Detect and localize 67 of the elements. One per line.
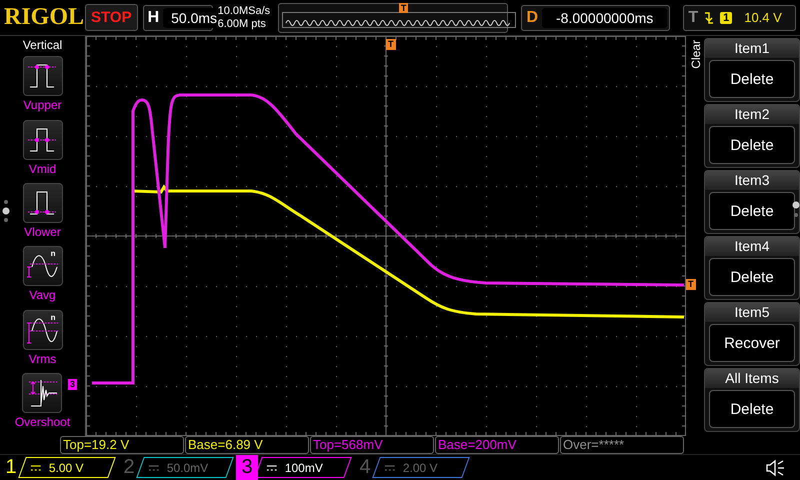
channel-number: 1 <box>4 455 18 480</box>
channel-scale-value: 2.00 V <box>403 460 438 474</box>
page-indicator-icon <box>2 199 10 224</box>
channel-number: 3 <box>236 455 258 480</box>
measurement-label: Vupper <box>23 98 62 112</box>
measurement-label: Vlower <box>24 224 61 239</box>
menu-title: Clear <box>689 40 703 70</box>
measurement-label: Vrms <box>28 352 56 366</box>
channel-tab[interactable]: 2 50.0mV <box>118 455 230 480</box>
menu-action-button[interactable]: Delete <box>709 60 795 98</box>
dc-coupling-icon <box>267 464 277 472</box>
measurement-readout: Base=6.89 V <box>185 436 309 454</box>
measurement-button[interactable] <box>22 56 62 96</box>
channel-scale-value: 100mV <box>285 460 324 474</box>
measurement-label: Overshoot <box>14 414 70 429</box>
channel-number: 2 <box>122 455 136 480</box>
menu-item-label: Item3 <box>705 171 799 190</box>
menu-item-label: All Items <box>705 369 799 388</box>
delay-value: -8.00000000ms <box>542 8 668 28</box>
falling-edge-icon <box>704 10 714 25</box>
icon-letter: n <box>50 249 56 258</box>
memory-depth: 6.00M pts <box>218 18 267 31</box>
menu-action-button[interactable]: Delete <box>709 390 795 428</box>
dc-coupling-icon <box>385 464 395 472</box>
menu-item-label: Item5 <box>705 303 799 322</box>
menu-action-button[interactable]: Delete <box>709 192 795 230</box>
menu-action-button[interactable]: Delete <box>709 258 795 296</box>
trigger-source-badge: 1 <box>720 12 732 24</box>
measurement-label: Vmid <box>28 162 56 176</box>
delay-label: D <box>526 8 538 27</box>
measurement-button[interactable]: n <box>22 310 62 350</box>
measurement-readout: Top=568mV <box>310 436 434 454</box>
dc-coupling-icon <box>31 464 41 472</box>
measurement-readout: Top=19.2 V <box>60 436 184 454</box>
trigger-level-value: 10.4 V <box>744 10 782 26</box>
channel-scale-value: 50.0mV <box>167 460 208 474</box>
trigger-position-marker: T <box>398 2 408 13</box>
channel-scale-value: 5.00 V <box>49 460 84 474</box>
overview-waveform-icon <box>282 12 516 28</box>
horizontal-label: H <box>148 8 160 27</box>
measurement-button[interactable] <box>22 182 62 223</box>
menu-title: Vertical <box>22 38 62 52</box>
run-stop-button[interactable]: STOP <box>85 4 138 32</box>
measurement-button[interactable] <box>22 120 62 160</box>
measurement-label: Vavg <box>29 288 56 302</box>
menu-item-label: Item2 <box>705 105 799 124</box>
trigger-position-marker: T <box>386 39 396 50</box>
trigger-level-marker: T <box>686 279 696 290</box>
menu-action-button[interactable]: Recover <box>709 324 795 362</box>
measurement-button[interactable] <box>22 372 62 413</box>
channel-number: 4 <box>358 455 372 480</box>
channel-tab[interactable]: 3 100mV <box>236 455 348 480</box>
measurement-readout: Over=***** <box>560 436 684 454</box>
page-indicator-icon <box>792 201 800 220</box>
measurement-button[interactable]: n <box>22 246 62 286</box>
channel-tab[interactable]: 1 5.00 V <box>0 455 112 480</box>
trigger-label: T <box>688 8 698 27</box>
sample-rate: 10.0MSa/s <box>218 4 272 18</box>
dc-coupling-icon <box>149 464 159 472</box>
channel-offset-marker: 3 <box>68 379 78 390</box>
menu-item-label: Item1 <box>705 39 799 58</box>
channel-tab[interactable]: 4 2.00 V <box>354 455 466 480</box>
measurement-readout: Base=200mV <box>435 436 559 454</box>
icon-letter: n <box>50 312 56 322</box>
speaker-icon[interactable] <box>766 458 786 476</box>
menu-item-label: Item4 <box>705 237 799 256</box>
menu-action-button[interactable]: Delete <box>709 126 795 164</box>
